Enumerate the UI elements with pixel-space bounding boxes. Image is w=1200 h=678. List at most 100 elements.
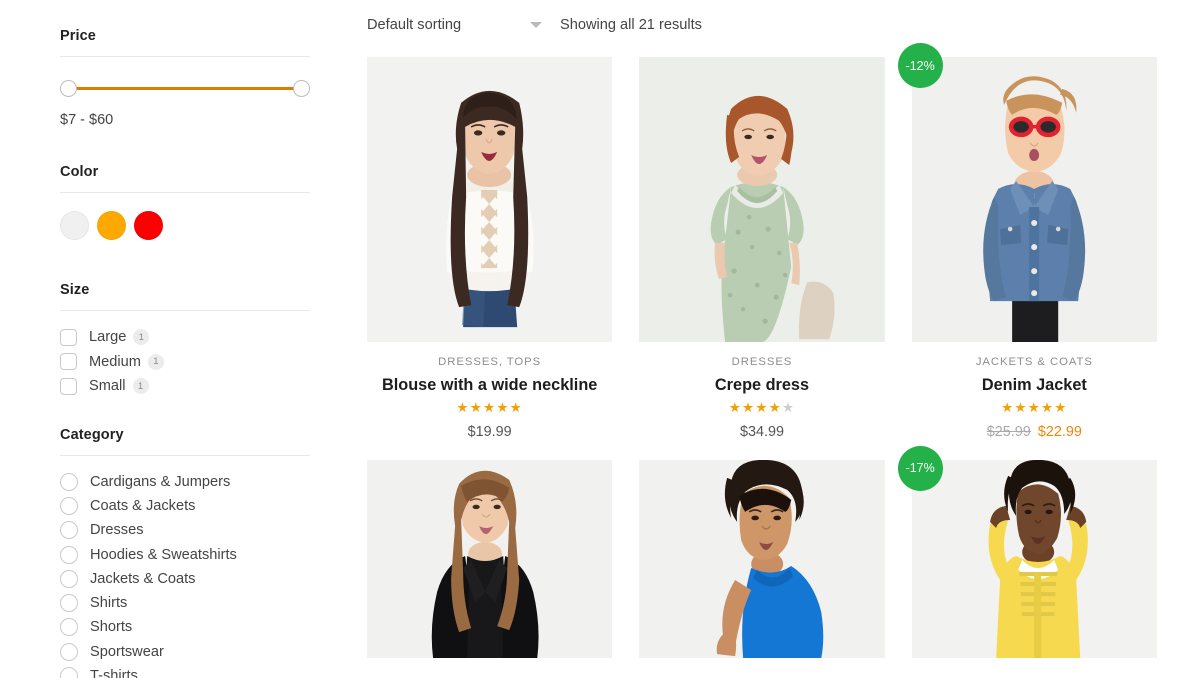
color-swatch-red[interactable] <box>134 211 163 240</box>
checkbox-icon[interactable] <box>60 377 77 395</box>
product-image[interactable] <box>911 57 1157 342</box>
filter-size: Size Large 1 Medium 1 Small 1 <box>60 240 367 399</box>
product-category[interactable]: JACKETS & COATS <box>912 356 1157 368</box>
category-option-label: T-shirts <box>90 668 138 678</box>
product-info: DRESSES, TOPS Blouse with a wide necklin… <box>367 342 612 440</box>
checkbox-icon[interactable] <box>60 353 77 371</box>
product-card[interactable]: DRESSES Crepe dress ★★★★★ $34.99 <box>639 57 885 440</box>
product-category[interactable]: DRESSES, TOPS <box>367 356 612 368</box>
product-card[interactable]: -17% <box>897 445 1157 658</box>
color-swatch-orange[interactable] <box>97 211 126 240</box>
radio-icon[interactable] <box>60 594 78 613</box>
filter-price: Price $7 - $60 <box>60 14 367 128</box>
size-option-medium[interactable]: Medium 1 <box>60 350 367 375</box>
filter-category: Category Cardigans & Jumpers Coats & Jac… <box>60 399 367 678</box>
product-image[interactable] <box>367 57 613 342</box>
woman-blue-top-image <box>639 459 885 658</box>
product-title[interactable]: Blouse with a wide neckline <box>367 376 612 395</box>
size-option-count: 1 <box>133 329 150 346</box>
woman-black-blazer-image <box>367 459 613 658</box>
woman-white-blouse-image <box>367 57 613 342</box>
price-slider-handle-min[interactable] <box>60 80 77 97</box>
divider <box>60 192 310 193</box>
category-option-hoodies-sweatshirts[interactable]: Hoodies & Sweatshirts <box>60 542 367 566</box>
category-option-label: Shorts <box>90 619 133 636</box>
category-option-list: Cardigans & Jumpers Coats & Jackets Dres… <box>60 470 367 678</box>
discount-badge: -17% <box>897 445 943 491</box>
radio-icon[interactable] <box>60 521 78 540</box>
price-range-slider[interactable] <box>60 76 310 102</box>
sort-dropdown[interactable]: Default sorting <box>367 17 542 33</box>
category-option-shirts[interactable]: Shirts <box>60 591 367 615</box>
product-listing-page: Price $7 - $60 Color Size Large 1 Medium… <box>0 0 1200 678</box>
size-option-label: Small <box>89 378 126 395</box>
product-image[interactable] <box>639 459 885 658</box>
product-image[interactable] <box>639 57 885 342</box>
filter-category-title: Category <box>60 426 124 443</box>
category-option-label: Shirts <box>90 595 128 612</box>
category-option-label: Sportswear <box>90 643 164 660</box>
color-swatch-white[interactable] <box>60 211 89 240</box>
product-card[interactable] <box>639 459 885 658</box>
product-rating: ★★★★★ <box>728 400 796 415</box>
woman-green-dress-image <box>639 57 885 342</box>
radio-icon[interactable] <box>60 569 78 588</box>
filter-sidebar: Price $7 - $60 Color Size Large 1 Medium… <box>0 0 367 678</box>
category-option-label: Dresses <box>90 522 144 539</box>
category-option-label: Jackets & Coats <box>90 570 196 587</box>
woman-yellow-hoodie-image <box>911 459 1157 658</box>
product-grid: DRESSES, TOPS Blouse with a wide necklin… <box>367 43 1157 658</box>
product-rating: ★★★★★ <box>1001 400 1068 415</box>
divider <box>60 454 310 456</box>
product-card[interactable]: -12% JACKETS & COATS Denim Jacket ★★★★★ … <box>897 43 1157 440</box>
radio-icon[interactable] <box>60 618 78 637</box>
product-image[interactable] <box>911 459 1157 658</box>
category-option-dresses[interactable]: Dresses <box>60 518 367 542</box>
price-slider-handle-max[interactable] <box>293 80 310 97</box>
checkbox-icon[interactable] <box>60 328 77 346</box>
radio-icon[interactable] <box>60 545 78 564</box>
product-price: $25.99 $22.99 <box>912 424 1157 440</box>
product-price: $34.99 <box>739 423 784 440</box>
radio-icon[interactable] <box>60 472 78 491</box>
product-info: DRESSES Crepe dress ★★★★★ $34.99 <box>639 342 884 440</box>
chevron-down-icon <box>530 22 542 28</box>
product-price-sale: $22.99 <box>1037 423 1082 440</box>
category-option-sportswear[interactable]: Sportswear <box>60 640 367 664</box>
category-option-cardigans-jumpers[interactable]: Cardigans & Jumpers <box>60 470 367 494</box>
size-option-large[interactable]: Large 1 <box>60 325 367 350</box>
radio-icon[interactable] <box>60 642 78 661</box>
divider <box>60 56 310 57</box>
sort-dropdown-value: Default sorting <box>367 17 462 33</box>
product-card[interactable]: DRESSES, TOPS Blouse with a wide necklin… <box>367 57 613 440</box>
size-option-label: Large <box>89 329 127 346</box>
price-slider-track <box>65 87 305 90</box>
size-option-label: Medium <box>89 353 141 370</box>
divider <box>60 310 310 311</box>
woman-denim-jacket-image <box>911 57 1157 342</box>
product-card[interactable] <box>367 459 613 658</box>
radio-icon[interactable] <box>60 667 78 678</box>
size-option-count: 1 <box>147 353 164 370</box>
category-option-shorts[interactable]: Shorts <box>60 615 367 639</box>
size-option-list: Large 1 Medium 1 Small 1 <box>60 325 367 399</box>
listing-toolbar: Default sorting Showing all 21 results <box>367 10 1157 40</box>
price-range-label: $7 - $60 <box>60 112 114 128</box>
size-option-small[interactable]: Small 1 <box>60 374 367 399</box>
filter-size-title: Size <box>60 282 90 298</box>
category-option-coats-jackets[interactable]: Coats & Jackets <box>60 494 367 518</box>
filter-color: Color <box>60 128 367 240</box>
product-price-original: $25.99 <box>986 423 1031 440</box>
product-category[interactable]: DRESSES <box>639 356 884 368</box>
category-option-t-shirts[interactable]: T-shirts <box>60 664 367 678</box>
product-rating: ★★★★★ <box>456 400 523 415</box>
category-option-label: Coats & Jackets <box>90 497 196 514</box>
product-image[interactable] <box>367 459 613 658</box>
discount-badge: -12% <box>897 43 943 88</box>
product-title[interactable]: Denim Jacket <box>912 376 1157 395</box>
filter-color-title: Color <box>60 164 99 180</box>
filter-price-title: Price <box>60 28 96 44</box>
product-title[interactable]: Crepe dress <box>639 376 884 395</box>
radio-icon[interactable] <box>60 496 78 515</box>
category-option-jackets-coats[interactable]: Jackets & Coats <box>60 567 367 591</box>
